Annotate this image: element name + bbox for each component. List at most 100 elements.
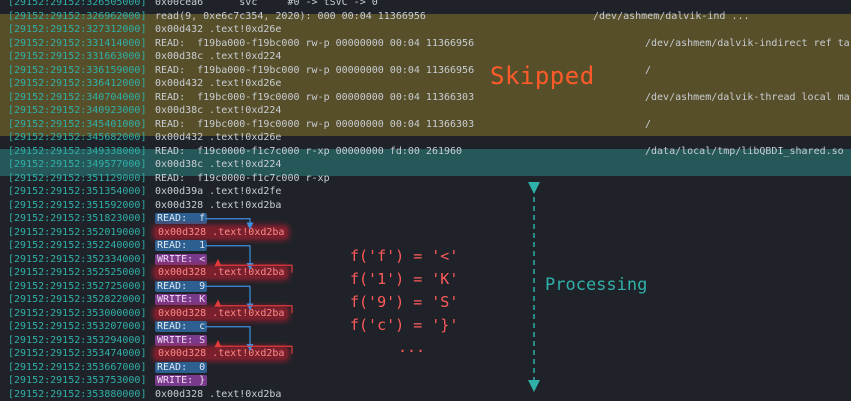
timestamp: [29152:29152:327312000] [8,24,147,35]
highlight-red: 0x00d328 .text!0xd2ba [155,307,288,319]
log-line: [29152:29152:353294000] WRITE: S [0,334,851,348]
mapping-ellipsis: ... [398,338,426,356]
log-text: 0x00d38c .text!0xd224 [155,50,281,64]
log-line: [29152:29152:331663000] 0x00d38c .text!0x… [0,50,851,64]
timestamp: [29152:29152:351354000] [8,186,147,197]
log-text: 0x00d328 .text!0xd2ba [155,388,281,401]
timestamp: [29152:29152:353474000] [8,348,147,359]
log-line: [29152:29152:351354000] 0x00d39a .text!0x… [0,185,851,199]
mapping-line-2: f('1') = 'K' [350,270,459,288]
timestamp: [29152:29152:353207000] [8,321,147,332]
log-text: 0x00d432 .text!0xd26e [155,23,281,37]
timestamp: [29152:29152:336412000] [8,78,147,89]
mapped-path: / [645,64,652,76]
timestamp: [29152:29152:326962000] [8,10,147,22]
log-text: 0x00d328 .text!0xd2ba [155,266,288,280]
log-text: 0x00d38c .text!0xd224 [155,104,281,118]
log-text: WRITE: K [155,293,208,307]
timestamp: [29152:29152:340923000] [8,105,147,116]
terminal-view: [29152:29152:326505000] 0x00cea6 svc #0 -… [0,0,851,401]
log-line: [29152:29152:327312000] 0x00d432 .text!0x… [0,23,851,37]
log-text: WRITE: S [155,334,208,348]
timestamp: [29152:29152:352240000] [8,240,147,251]
timestamp: [29152:29152:340704000] [8,91,147,103]
log-text: READ: f19ba000-f19bc000 rw-p 00000000 00… [155,37,474,51]
log-text-content: READ: f19c0000-f1c7c000 r-xp [155,172,330,184]
log-text: 0x00d328 .text!0xd2ba [155,199,281,213]
timestamp: [29152:29152:326505000] [8,0,147,8]
timestamp: [29152:29152:353753000] [8,375,147,386]
timestamp: [29152:29152:345401000] [8,118,147,130]
timestamp: [29152:29152:331663000] [8,51,147,62]
log-text-content: 0x00cea6 svc #0 -> tSVC -> 0 [155,0,378,8]
log-line: [29152:29152:351129000] READ: f19c0000-f1… [0,172,851,186]
highlight-purple: WRITE: K [155,294,208,305]
timestamp: [29152:29152:336159000] [8,64,147,76]
log-text-content: 0x00d432 .text!0xd26e [155,78,282,89]
timestamp: [29152:29152:353294000] [8,334,147,346]
timestamp: [29152:29152:351592000] [8,199,147,211]
log-text: 0x00d328 .text!0xd2ba [155,226,288,240]
log-text-content: 0x00d328 .text!0xd2ba [155,388,282,400]
timestamp: [29152:29152:352725000] [8,280,147,292]
highlight-purple: WRITE: } [155,375,208,386]
log-line: [29152:29152:340923000] 0x00d38c .text!0x… [0,104,851,118]
highlight-purple: WRITE: < [155,253,208,265]
log-line: [29152:29152:340704000] READ: f19bc000-f1… [0,91,851,105]
timestamp: [29152:29152:351823000] [8,213,147,224]
highlight-blue: READ: f [155,213,208,224]
timestamp: [29152:29152:352019000] [8,226,147,238]
log-text: 0x00d39a .text!0xd2fe [155,185,281,199]
timestamp: [29152:29152:331414000] [8,37,147,49]
log-text: READ: f19c0000-f1c7c000 r-xp 00000000 fd… [155,145,462,159]
log-line: [29152:29152:349338000] READ: f19c0000-f1… [0,145,851,159]
log-line: [29152:29152:345682000] 0x00d432 .text!0x… [0,131,851,145]
mapped-path: /data/local/tmp/libQBDI_shared.so [645,145,844,157]
log-line: [29152:29152:349577000] 0x00d38c .text!0x… [0,158,851,172]
log-text: 0x00d328 .text!0xd2ba [155,347,288,361]
log-text: READ: 1 [155,239,208,253]
log-line: [29152:29152:353880000] 0x00d328 .text!0x… [0,388,851,401]
log-text: READ: f19bc000-f19c0000 rw-p 00000000 00… [155,91,474,105]
timestamp: [29152:29152:353000000] [8,307,147,319]
highlight-blue: READ: 0 [155,361,208,373]
timestamp: [29152:29152:345682000] [8,132,147,143]
mapped-path: /dev/ashmem/dalvik-indirect ref ta [645,37,850,49]
timestamp: [29152:29152:352525000] [8,267,147,278]
log-line: [29152:29152:336159000] READ: f19ba000-f1… [0,64,851,78]
processing-label: Processing [545,275,648,295]
log-text-content: READ: f19c0000-f1c7c000 r-xp 00000000 fd… [155,145,463,157]
log-line: [29152:29152:353667000] READ: 0 [0,361,851,375]
log-line: [29152:29152:345401000] READ: f19bc000-f1… [0,118,851,132]
log-text: READ: 0 [155,361,208,375]
log-text-content: 0x00d39a .text!0xd2fe [155,186,282,197]
log-line: [29152:29152:353753000] WRITE: } [0,374,851,388]
skipped-label: Skipped [490,62,595,90]
log-text: 0x00d38c .text!0xd224 [155,158,281,172]
highlight-purple: WRITE: S [155,334,208,346]
log-line: [29152:29152:336412000] 0x00d432 .text!0x… [0,77,851,91]
log-line: [29152:29152:351592000] 0x00d328 .text!0x… [0,199,851,213]
log-text: READ: f19bc000-f19c0000 rw-p 00000000 00… [155,118,474,132]
mapped-path: /dev/ashmem/dalvik-ind ... [593,10,750,22]
highlight-blue: READ: c [155,321,208,332]
mapped-path: / [645,118,652,130]
log-text-content: 0x00d432 .text!0xd26e [155,132,282,143]
mapping-line-4: f('c') = '}' [350,316,459,334]
log-text: 0x00d328 .text!0xd2ba [155,307,288,321]
log-line: [29152:29152:326962000] read(9, 0xe6c7c35… [0,10,851,24]
log-text-content: 0x00d38c .text!0xd224 [155,159,282,170]
log-text: 0x00cea6 svc #0 -> tSVC -> 0 [155,0,378,10]
log-line: [29152:29152:351823000] READ: f [0,212,851,226]
mapped-path: /dev/ashmem/dalvik-thread local ma [645,91,850,103]
mapping-line-1: f('f') = '<' [350,247,459,265]
timestamp: [29152:29152:352334000] [8,253,147,265]
highlight-blue: READ: 9 [155,280,208,292]
log-text: read(9, 0xe6c7c354, 2020): 000 00:04 113… [155,10,426,24]
log-text-content: READ: f19bc000-f19c0000 rw-p 00000000 00… [155,118,475,130]
timestamp: [29152:29152:352822000] [8,294,147,305]
mapping-line-3: f('9') = 'S' [350,293,459,311]
highlight-red: 0x00d328 .text!0xd2ba [155,348,288,359]
log-text-content: 0x00d328 .text!0xd2ba [155,199,282,211]
log-text: READ: f19c0000-f1c7c000 r-xp [155,172,330,186]
